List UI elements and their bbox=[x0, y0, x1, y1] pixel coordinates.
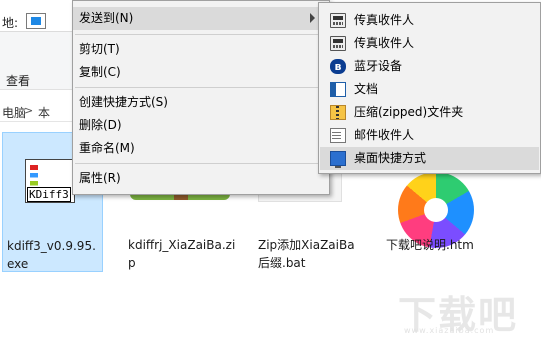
fax-icon bbox=[330, 13, 346, 28]
documents-icon bbox=[330, 82, 346, 97]
menu-item-properties[interactable]: 属性(R) bbox=[73, 167, 329, 190]
bluetooth-icon: ʙ bbox=[330, 59, 346, 74]
kdiff3-icon-text: KDiff3 bbox=[27, 187, 71, 202]
file-label: 下载吧说明.htm bbox=[386, 238, 474, 252]
tab-view[interactable]: 查看 bbox=[6, 72, 30, 89]
submenu-item-label: 传真收件人 bbox=[354, 36, 415, 50]
menu-item-copy[interactable]: 复制(C) bbox=[73, 61, 329, 84]
send-to-submenu: 传真收件人 传真收件人 ʙ 蓝牙设备 文档 压缩(zipped)文件夹 邮件收件… bbox=[318, 2, 541, 174]
menu-separator bbox=[75, 87, 327, 88]
menu-separator bbox=[75, 34, 327, 35]
file-label: kdiffrj_XiaZaiBa.zip bbox=[128, 238, 236, 270]
mail-icon bbox=[330, 128, 346, 143]
desktop-icon bbox=[330, 151, 346, 168]
menu-item-label: 发送到(N) bbox=[79, 11, 134, 25]
menu-item-label: 删除(D) bbox=[79, 118, 122, 132]
menu-item-label: 剪切(T) bbox=[79, 42, 120, 56]
watermark-url: www.xiazaiba.com bbox=[404, 326, 495, 335]
file-label: Zip添加XiaZaiBa后缀.bat bbox=[258, 238, 355, 270]
chevron-right-icon bbox=[310, 13, 315, 23]
menu-item-label: 复制(C) bbox=[79, 65, 121, 79]
watermark: 下载吧 www.xiazaiba.com bbox=[398, 282, 536, 338]
breadcrumb-separator-icon: > bbox=[24, 104, 34, 117]
submenu-item-fax-recipient[interactable]: 传真收件人 bbox=[320, 9, 539, 32]
submenu-item-zip-folder[interactable]: 压缩(zipped)文件夹 bbox=[320, 101, 539, 124]
submenu-item-desktop-shortcut[interactable]: 桌面快捷方式 bbox=[320, 147, 539, 170]
submenu-item-bluetooth[interactable]: ʙ 蓝牙设备 bbox=[320, 55, 539, 78]
menu-separator bbox=[75, 163, 327, 164]
address-label: 地: bbox=[2, 16, 19, 30]
zip-folder-icon bbox=[330, 105, 346, 120]
breadcrumb-item-local[interactable]: 本 bbox=[38, 104, 50, 121]
kdiff3-icon: KDiff3 bbox=[25, 159, 75, 203]
submenu-item-fax-recipient-2[interactable]: 传真收件人 bbox=[320, 32, 539, 55]
submenu-item-documents[interactable]: 文档 bbox=[320, 78, 539, 101]
submenu-item-label: 桌面快捷方式 bbox=[354, 151, 427, 165]
address-dropdown[interactable] bbox=[26, 13, 46, 29]
file-label: kdiff3_v0.9.95.exe bbox=[7, 239, 96, 271]
fax-icon bbox=[330, 36, 346, 51]
submenu-item-label: 蓝牙设备 bbox=[354, 59, 403, 73]
menu-item-label: 属性(R) bbox=[79, 171, 121, 185]
submenu-item-label: 压缩(zipped)文件夹 bbox=[354, 105, 464, 119]
menu-item-label: 创建快捷方式(S) bbox=[79, 95, 168, 109]
menu-item-cut[interactable]: 剪切(T) bbox=[73, 38, 329, 61]
menu-item-label: 重命名(M) bbox=[79, 141, 135, 155]
menu-item-rename[interactable]: 重命名(M) bbox=[73, 137, 329, 160]
menu-item-send-to[interactable]: 发送到(N) bbox=[73, 7, 329, 30]
kdiff3-bars-icon bbox=[30, 165, 38, 189]
folder-icon bbox=[31, 17, 41, 25]
submenu-item-label: 传真收件人 bbox=[354, 13, 415, 27]
menu-item-create-shortcut[interactable]: 创建快捷方式(S) bbox=[73, 91, 329, 114]
submenu-item-label: 邮件收件人 bbox=[354, 128, 415, 142]
breadcrumb-item-computer[interactable]: 电脑 bbox=[2, 104, 26, 121]
context-menu: 发送到(N) 剪切(T) 复制(C) 创建快捷方式(S) 删除(D) 重命名(M… bbox=[72, 0, 330, 195]
menu-item-delete[interactable]: 删除(D) bbox=[73, 114, 329, 137]
submenu-item-label: 文档 bbox=[354, 82, 379, 96]
submenu-item-mail-recipient[interactable]: 邮件收件人 bbox=[320, 124, 539, 147]
